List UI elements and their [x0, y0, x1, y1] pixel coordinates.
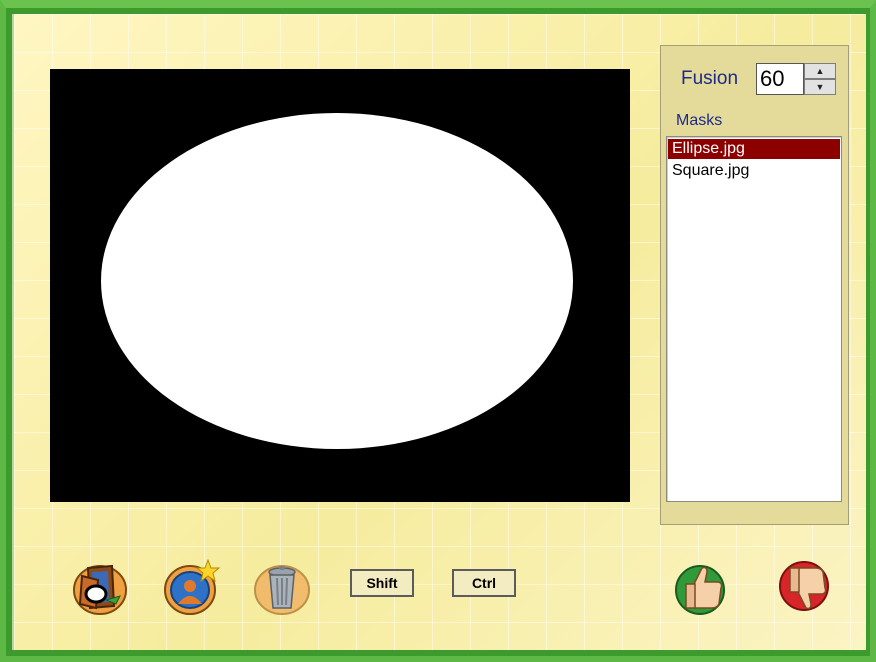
fusion-label: Fusion — [681, 68, 739, 89]
arrow-up-icon: ▲ — [815, 66, 825, 76]
accept-button[interactable] — [672, 558, 732, 618]
reject-button[interactable] — [776, 558, 836, 618]
mask-item-ellipse[interactable]: Ellipse.jpg — [668, 139, 840, 159]
arrow-down-icon: ▼ — [815, 82, 825, 92]
thumbs-up-icon — [675, 565, 725, 615]
fusion-value-input[interactable]: 60 — [756, 63, 804, 95]
open-button[interactable] — [70, 558, 130, 618]
mask-preview — [50, 69, 630, 502]
new-mask-button[interactable] — [162, 556, 222, 616]
delete-button[interactable] — [252, 558, 312, 618]
spin-up-button[interactable]: ▲ — [804, 63, 836, 79]
masks-listbox[interactable]: Ellipse.jpg Square.jpg — [666, 136, 842, 502]
trash-can-icon — [254, 565, 310, 615]
fusion-spinner: ▲ ▼ — [804, 63, 836, 95]
ellipse-mask-shape — [101, 113, 573, 449]
ctrl-key-button[interactable]: Ctrl — [452, 569, 516, 597]
shift-key-button[interactable]: Shift — [350, 569, 414, 597]
mask-item-square[interactable]: Square.jpg — [668, 161, 840, 181]
spin-down-button[interactable]: ▼ — [804, 79, 836, 95]
new-profile-star-icon — [164, 558, 221, 615]
thumbs-down-icon — [779, 561, 829, 611]
mask-preview-canvas — [50, 69, 630, 502]
open-door-icon — [73, 564, 127, 615]
masks-label: Masks — [676, 112, 723, 129]
